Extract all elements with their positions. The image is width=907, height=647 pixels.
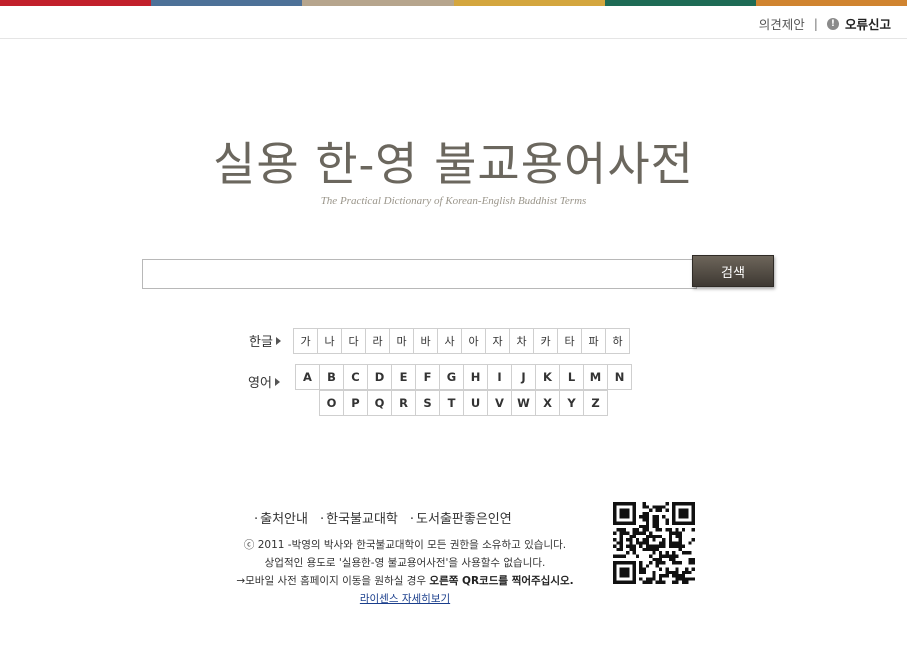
qr-code [613,502,695,584]
index-key[interactable]: 나 [317,328,342,354]
color-segment [151,0,303,6]
index-key[interactable]: N [607,364,632,390]
index-key[interactable]: 하 [605,328,630,354]
index-key[interactable]: K [535,364,560,390]
index-key[interactable]: P [343,390,368,416]
index-key[interactable]: E [391,364,416,390]
hangul-index-label: 한글 [249,331,281,350]
index-key[interactable]: 파 [581,328,606,354]
mobile-notice-qr: 오른쪽 QR코드를 찍어주십시오. [429,575,574,587]
index-key[interactable]: W [511,390,536,416]
top-color-bar [0,0,907,6]
footer-link-label: 한국불교대학 [326,512,398,527]
english-index-label: 영어 [248,372,280,391]
index-key[interactable]: 차 [509,328,534,354]
index-key[interactable]: V [487,390,512,416]
footer-link-source[interactable]: · 출처안내 [254,508,308,527]
index-key[interactable]: 다 [341,328,366,354]
index-key[interactable]: 자 [485,328,510,354]
mobile-notice-prefix: →모바일 사전 홈페이지 이동을 원하실 경우 [236,575,427,587]
color-segment [302,0,454,6]
index-key[interactable]: L [559,364,584,390]
index-key[interactable]: A [295,364,320,390]
english-index-keys-row1: ABCDEFGHIJKLMN [295,364,632,390]
index-key[interactable]: J [511,364,536,390]
color-segment [604,0,756,6]
feedback-link[interactable]: 의견제안 [759,14,805,33]
footer-links: · 출처안내 · 한국불교대학 · 도서출판좋은인연 [254,508,512,527]
header-divider [0,38,907,39]
footer-link-university[interactable]: · 한국불교대학 [320,508,398,527]
english-label-text: 영어 [248,376,272,391]
footer-link-label: 도서출판좋은인연 [416,512,512,527]
index-key[interactable]: 타 [557,328,582,354]
search-input[interactable] [142,259,697,289]
index-key[interactable]: T [439,390,464,416]
copyright-text: ⓒ 2011 -박영의 박사와 한국불교대학이 모든 권한을 소유하고 있습니다… [243,539,567,551]
header-separator: | [813,16,818,31]
index-key[interactable]: S [415,390,440,416]
index-key[interactable]: 마 [389,328,414,354]
footer-link-publisher[interactable]: · 도서출판좋은인연 [410,508,512,527]
color-segment [453,0,605,6]
page-title: 실용 한-영 불교용어사전 [213,137,694,191]
index-key[interactable]: 바 [413,328,438,354]
index-key[interactable]: 아 [461,328,486,354]
index-key[interactable]: I [487,364,512,390]
index-key[interactable]: U [463,390,488,416]
copyright-block: ⓒ 2011 -박영의 박사와 한국불교대학이 모든 권한을 소유하고 있습니다… [215,536,595,608]
search-button[interactable]: 검색 [692,255,774,287]
index-key[interactable]: Y [559,390,584,416]
english-index-keys-row2: OPQRSTUVWXYZ [319,390,608,416]
exclamation-icon: ! [826,17,839,30]
index-key[interactable]: C [343,364,368,390]
index-key[interactable]: M [583,364,608,390]
index-key[interactable]: O [319,390,344,416]
index-key[interactable]: Z [583,390,608,416]
index-key[interactable]: 가 [293,328,318,354]
mobile-notice: →모바일 사전 홈페이지 이동을 원하실 경우 오른쪽 QR코드를 찍어주십시오… [215,572,595,590]
index-key[interactable]: R [391,390,416,416]
index-key[interactable]: Q [367,390,392,416]
color-segment [0,0,152,6]
color-segment [755,0,907,6]
hangul-index-keys: 가나다라마바사아자차카타파하 [293,328,630,354]
index-key[interactable]: D [367,364,392,390]
index-key[interactable]: 라 [365,328,390,354]
report-error-link[interactable]: 오류신고 [845,14,891,33]
index-key[interactable]: F [415,364,440,390]
page-subtitle: The Practical Dictionary of Korean-Engli… [320,195,587,207]
index-key[interactable]: B [319,364,344,390]
index-key[interactable]: 카 [533,328,558,354]
index-key[interactable]: 사 [437,328,462,354]
hangul-label-text: 한글 [249,335,273,350]
footer-link-label: 출처안내 [260,512,308,527]
index-key[interactable]: G [439,364,464,390]
commercial-notice: 상업적인 용도로 '실용한-영 불교용어사전'을 사용할수 없습니다. [264,557,546,569]
header-links: 의견제안 | ! 오류신고 [759,14,891,33]
index-key[interactable]: H [463,364,488,390]
triangle-right-icon [275,336,281,345]
triangle-right-icon [274,377,280,386]
index-key[interactable]: X [535,390,560,416]
license-link[interactable]: 라이센스 자세히보기 [360,593,450,605]
